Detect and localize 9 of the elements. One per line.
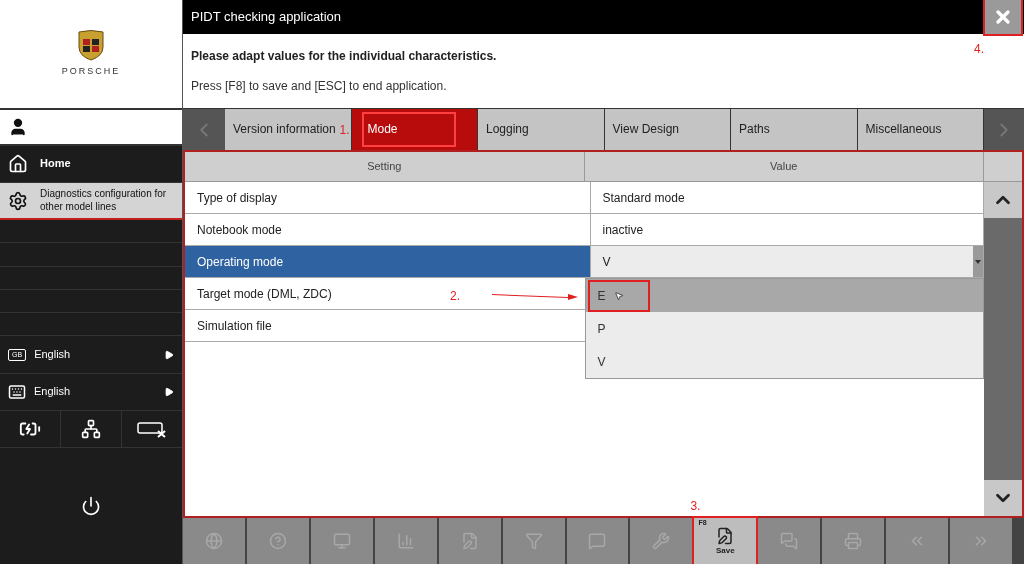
logo-wordmark: PORSCHE (61, 65, 121, 79)
table-cell: inactive (590, 214, 984, 246)
header-instruction: Press [F8] to save and [ESC] to end application. (191, 78, 447, 95)
column-header: Setting (185, 152, 585, 181)
annotation-number: 2. (450, 290, 460, 302)
annotation-number: 1. (339, 124, 350, 136)
annotation-number: 3. (690, 500, 701, 512)
table-cell: Standard mode (590, 182, 984, 214)
annotation-number: 4. (974, 43, 984, 55)
